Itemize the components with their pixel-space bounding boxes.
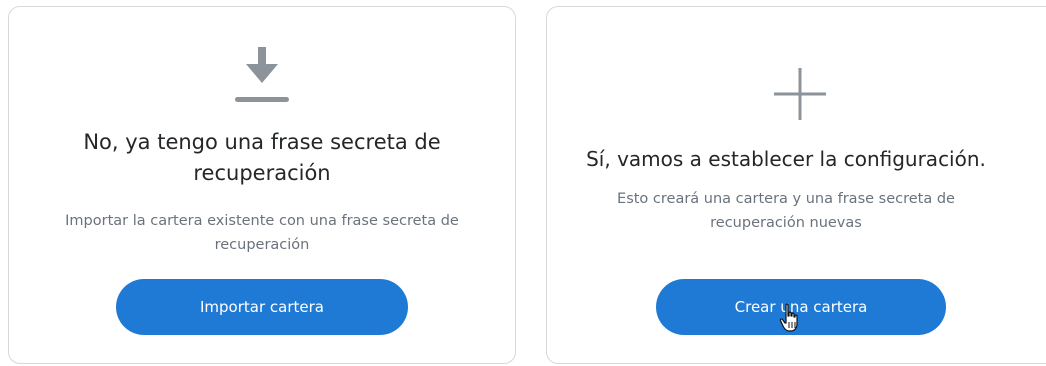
create-wallet-card: Sí, vamos a establecer la configuración.…: [546, 6, 1046, 364]
plus-icon: [774, 68, 826, 120]
import-card-desc-line2: recuperación: [214, 237, 310, 253]
import-wallet-card: No, ya tengo una frase secreta de recupe…: [8, 6, 516, 364]
download-icon: [235, 47, 289, 102]
import-card-description: Importar la cartera existente con una fr…: [9, 209, 515, 257]
create-card-desc-line2: recuperación nuevas: [710, 215, 862, 231]
onboarding-choice: No, ya tengo una frase secreta de recupe…: [0, 0, 1046, 366]
create-card-description: Esto creará una cartera y una frase secr…: [507, 187, 1046, 235]
import-card-title: No, ya tengo una frase secreta de recupe…: [9, 127, 515, 189]
create-wallet-button[interactable]: Crear una cartera: [656, 279, 946, 335]
import-wallet-button[interactable]: Importar cartera: [116, 279, 408, 335]
import-card-desc-line1: Importar la cartera existente con una fr…: [65, 213, 459, 229]
import-card-title-line1: No, ya tengo una frase secreta de: [83, 130, 441, 154]
create-card-desc-line1: Esto creará una cartera y una frase secr…: [617, 191, 955, 207]
create-card-title: Sí, vamos a establecer la configuración.: [586, 147, 986, 171]
import-card-title-line2: recuperación: [193, 161, 331, 185]
